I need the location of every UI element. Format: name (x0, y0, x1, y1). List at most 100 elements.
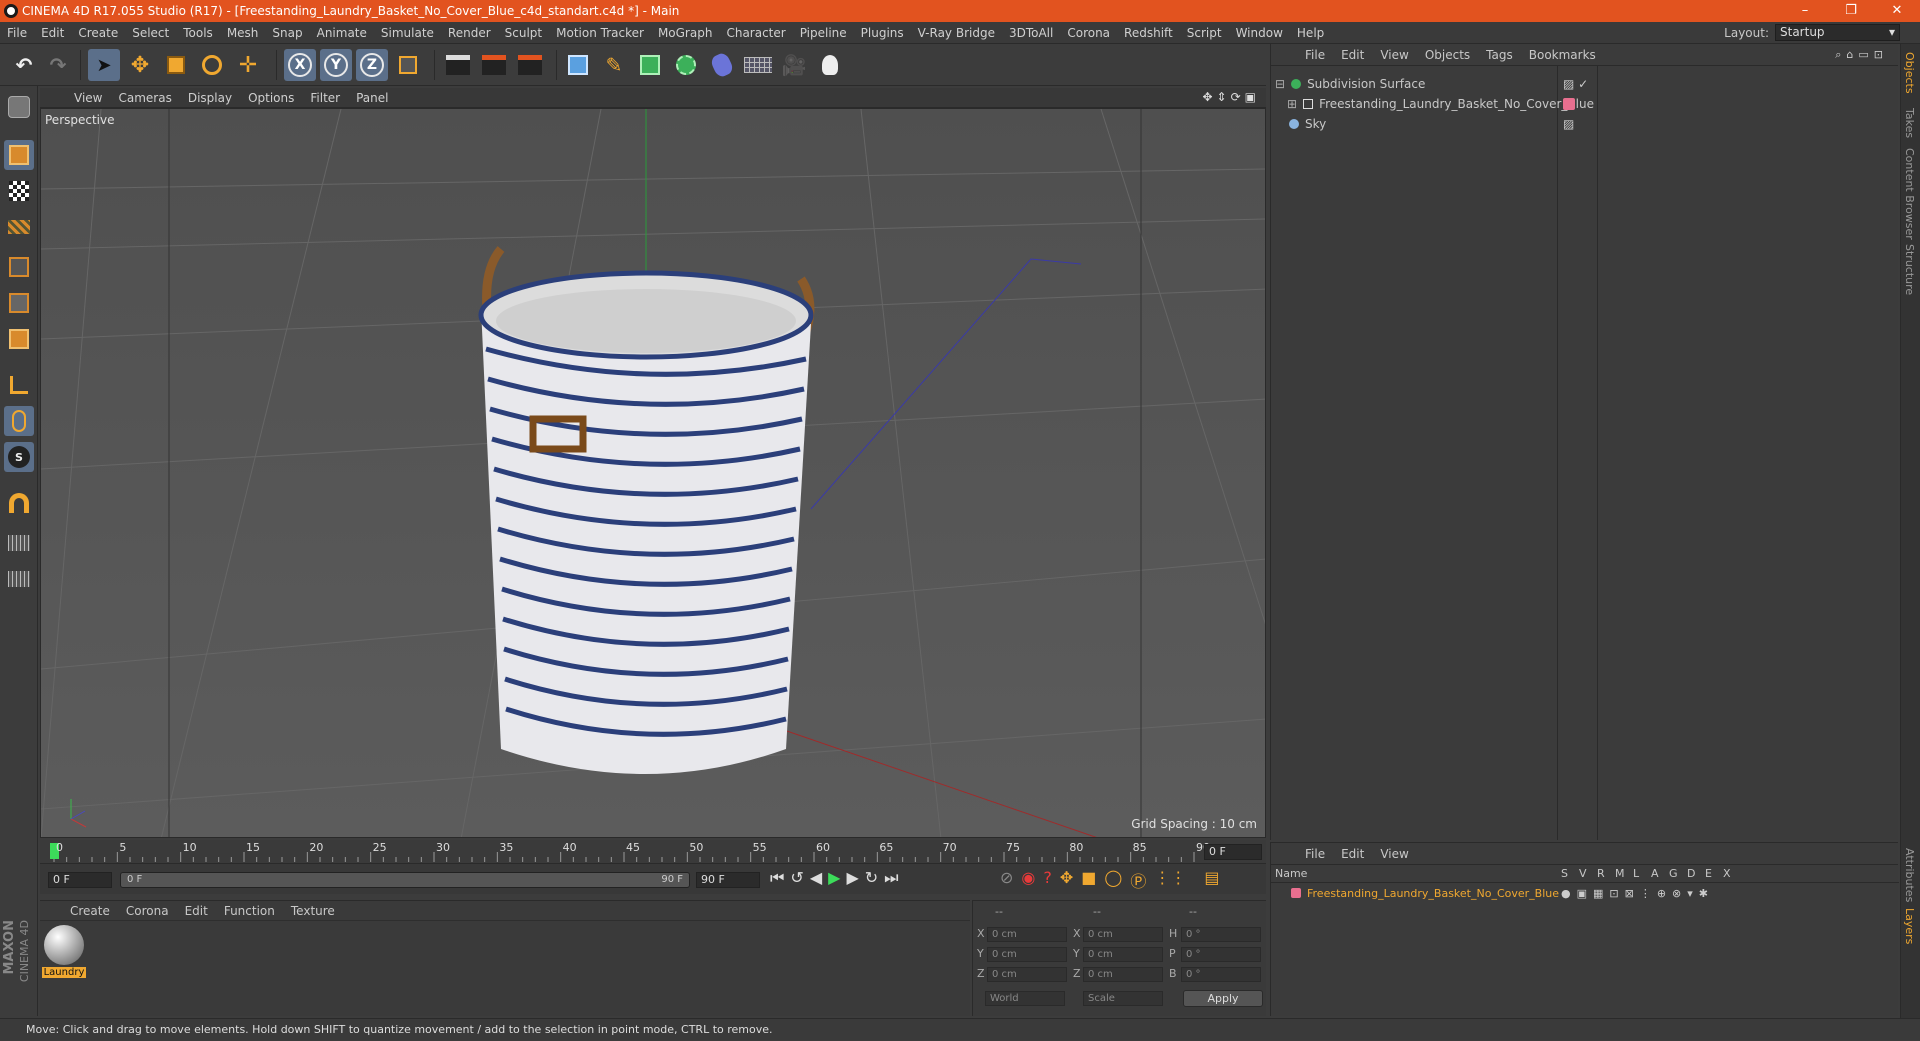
key-pla-icon[interactable]: ⋮⋮ (1154, 868, 1186, 892)
object-menu-objects[interactable]: Objects (1417, 48, 1478, 62)
subdivision-surface-button[interactable] (634, 49, 666, 81)
texture-mode-button[interactable] (4, 176, 34, 206)
tab-objects[interactable]: Objects (1903, 52, 1916, 94)
layer-menu-file[interactable]: File (1297, 847, 1333, 861)
rotate-tool-button[interactable] (196, 49, 228, 81)
menu-sculpt[interactable]: Sculpt (498, 26, 549, 40)
menu-tools[interactable]: Tools (176, 26, 220, 40)
material-menu-create[interactable]: Create (62, 904, 118, 918)
layer-check-icon[interactable]: ▨ ✓ (1563, 77, 1588, 91)
keyframe-selection-icon[interactable]: ? (1043, 868, 1052, 892)
sky-visibility-icon[interactable]: ▨ (1563, 117, 1574, 131)
menu-plugins[interactable]: Plugins (854, 26, 911, 40)
planar-workplane-button[interactable] (4, 564, 34, 594)
coord-rot-p-field[interactable]: 0 ° (1181, 947, 1261, 962)
coord-space-dropdown[interactable]: World (985, 991, 1065, 1006)
viewport-menu-cameras[interactable]: Cameras (110, 91, 179, 105)
close-button[interactable]: ✕ (1874, 0, 1920, 22)
menu-3dtoall[interactable]: 3DToAll (1002, 26, 1060, 40)
menu-corona[interactable]: Corona (1060, 26, 1117, 40)
cloner-button[interactable] (670, 49, 702, 81)
object-row-subdivision[interactable]: ⊟ Subdivision Surface ▨ ✓ (1271, 74, 1899, 93)
layout-dropdown[interactable]: Startup (1775, 24, 1900, 41)
make-editable-button[interactable] (4, 92, 34, 122)
object-menu-view[interactable]: View (1372, 48, 1416, 62)
locked-workplane-button[interactable] (4, 528, 34, 558)
previous-frame-icon[interactable]: ◀ (810, 868, 822, 888)
material-menu-texture[interactable]: Texture (283, 904, 343, 918)
material-menu-function[interactable]: Function (216, 904, 283, 918)
play-icon[interactable]: ▶ (828, 868, 840, 888)
menu-animate[interactable]: Animate (310, 26, 374, 40)
undo-button[interactable]: ↶ (8, 49, 40, 81)
material-swatch[interactable]: Laundry (42, 925, 86, 983)
menu-select[interactable]: Select (125, 26, 176, 40)
pen-spline-button[interactable]: ✎ (598, 49, 630, 81)
object-row-sky[interactable]: Sky ▨ (1271, 114, 1899, 133)
coord-mode-dropdown[interactable]: Scale (1083, 991, 1163, 1006)
coord-rot-h-field[interactable]: 0 ° (1181, 927, 1261, 942)
layer-menu-edit[interactable]: Edit (1333, 847, 1372, 861)
menu-file[interactable]: File (0, 26, 34, 40)
object-manager-tools-icons[interactable]: ⌕⌂▭⊡ (1835, 48, 1888, 62)
previous-key-icon[interactable]: ↺ (790, 868, 803, 888)
key-position-icon[interactable]: ✥ (1060, 868, 1073, 892)
frame-range-slider[interactable]: 0 F 90 F (120, 872, 690, 888)
snapping-button[interactable] (4, 488, 34, 518)
object-row-basket[interactable]: ⊞ Freestanding_Laundry_Basket_No_Cover_B… (1271, 94, 1899, 113)
current-frame-field[interactable]: 0 F (1204, 844, 1262, 860)
transform-tool-button[interactable]: ✛ (232, 49, 264, 81)
viewport-menu-options[interactable]: Options (240, 91, 302, 105)
menu-mesh[interactable]: Mesh (220, 26, 266, 40)
layer-row[interactable]: Freestanding_Laundry_Basket_No_Cover_Blu… (1271, 885, 1899, 901)
object-menu-edit[interactable]: Edit (1333, 48, 1372, 62)
end-frame-field[interactable]: 90 F (696, 872, 760, 888)
menu-motion-tracker[interactable]: Motion Tracker (549, 26, 651, 40)
timeline-window-icon[interactable]: ▤ (1204, 868, 1219, 892)
layer-menu-view[interactable]: View (1372, 847, 1416, 861)
layer-color-swatch[interactable] (1291, 888, 1301, 898)
live-selection-button[interactable]: ➤ (88, 49, 120, 81)
menu-character[interactable]: Character (719, 26, 792, 40)
enable-axis-button[interactable] (4, 370, 34, 400)
coordinate-system-button[interactable] (392, 49, 424, 81)
floor-object-button[interactable] (742, 49, 774, 81)
next-key-icon[interactable]: ↻ (865, 868, 878, 888)
menu-redshift[interactable]: Redshift (1117, 26, 1180, 40)
minimize-button[interactable]: – (1782, 0, 1828, 22)
viewport-nav-icons[interactable]: ✥⇕⟳▣ (1202, 90, 1260, 104)
tab-attributes[interactable]: Attributes (1903, 848, 1916, 902)
cube-object-button[interactable] (562, 49, 594, 81)
points-mode-button[interactable] (4, 252, 34, 282)
object-menu-tags[interactable]: Tags (1478, 48, 1521, 62)
tab-layers[interactable]: Layers (1903, 908, 1916, 944)
coord-size-x-field[interactable]: 0 cm (1083, 927, 1163, 942)
coord-pos-z-field[interactable]: 0 cm (987, 967, 1067, 982)
timeline-ruler[interactable]: 0 5 10 15 20 25 30 35 40 45 50 55 60 65 70 75 80 85 90 0 F (40, 840, 1266, 864)
model-mode-button[interactable] (4, 140, 34, 170)
material-menu-corona[interactable]: Corona (118, 904, 177, 918)
solo-button[interactable]: S (4, 442, 34, 472)
material-menu-edit[interactable]: Edit (177, 904, 216, 918)
coord-size-y-field[interactable]: 0 cm (1083, 947, 1163, 962)
render-view-button[interactable] (442, 49, 474, 81)
coord-pos-x-field[interactable]: 0 cm (987, 927, 1067, 942)
viewport-menu-filter[interactable]: Filter (302, 91, 348, 105)
menu-mograph[interactable]: MoGraph (651, 26, 720, 40)
viewport-menu-panel[interactable]: Panel (348, 91, 396, 105)
viewport-menu-view[interactable]: View (66, 91, 110, 105)
tab-structure[interactable]: Structure (1903, 244, 1916, 295)
tweak-mode-button[interactable] (4, 406, 34, 436)
redo-button[interactable]: ↷ (42, 49, 74, 81)
menu-create[interactable]: Create (71, 26, 125, 40)
menu-script[interactable]: Script (1180, 26, 1229, 40)
light-object-button[interactable] (814, 49, 846, 81)
camera-object-button[interactable]: 🎥 (778, 49, 810, 81)
perspective-viewport[interactable]: Perspective Grid Spacing : 10 cm (40, 108, 1266, 838)
viewport-menu-display[interactable]: Display (180, 91, 240, 105)
expand-icon[interactable]: ⊟ (1275, 77, 1285, 91)
tab-content-browser[interactable]: Content Browser (1903, 148, 1916, 240)
menu-pipeline[interactable]: Pipeline (793, 26, 854, 40)
coord-rot-b-field[interactable]: 0 ° (1181, 967, 1261, 982)
workplane-mode-button[interactable] (4, 212, 34, 242)
